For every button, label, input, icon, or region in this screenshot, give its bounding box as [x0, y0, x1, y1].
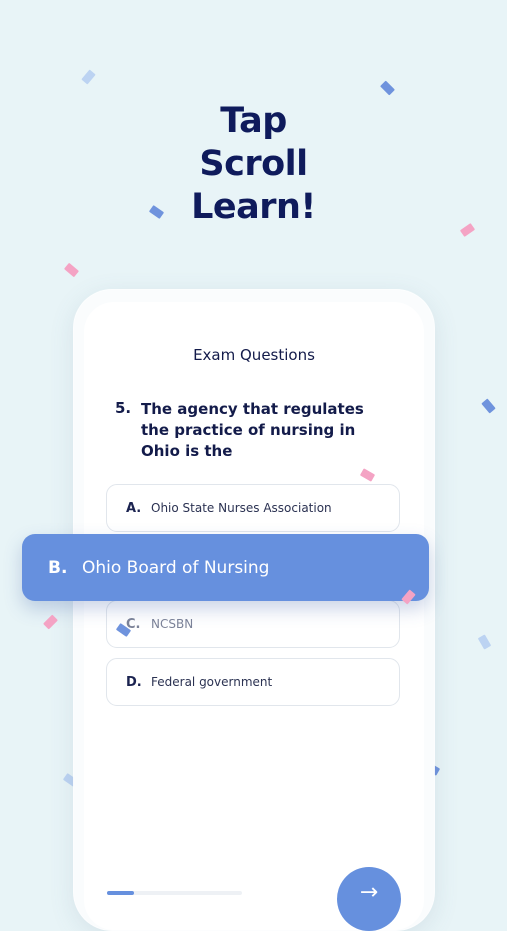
confetti-piece [481, 398, 496, 414]
question-text: The agency that regulates the practice o… [141, 400, 364, 460]
option-letter: B. [48, 557, 68, 578]
headline: Tap Scroll Learn! [0, 100, 507, 229]
confetti-piece [477, 634, 492, 650]
next-button[interactable]: → [337, 867, 401, 931]
option-text: Ohio State Nurses Association [151, 501, 332, 515]
option-d[interactable]: D. Federal government [106, 658, 400, 706]
confetti-piece [380, 80, 395, 96]
confetti-piece [81, 69, 96, 85]
screen-title: Exam Questions [193, 346, 315, 364]
headline-line-1: Tap [220, 101, 287, 141]
headline-line-3: Learn! [191, 187, 316, 227]
option-text: Ohio Board of Nursing [82, 557, 270, 578]
confetti-piece [43, 614, 58, 630]
phone-screen: Exam Questions 5. The agency that regula… [84, 302, 424, 930]
confetti-piece [63, 262, 80, 278]
phone-mockup: Exam Questions 5. The agency that regula… [74, 290, 434, 930]
progress-bar [107, 891, 242, 895]
option-a[interactable]: A. Ohio State Nurses Association [106, 484, 400, 532]
progress-fill [107, 891, 134, 895]
option-letter: A. [126, 500, 142, 516]
option-text: Federal government [151, 675, 273, 689]
arrow-right-icon: → [359, 880, 379, 905]
option-b-selected[interactable]: B. Ohio Board of Nursing [22, 534, 429, 601]
headline-line-2: Scroll [199, 144, 308, 184]
option-c[interactable]: C. NCSBN [106, 600, 400, 648]
option-letter: D. [126, 674, 142, 690]
question-number: 5. [115, 399, 132, 417]
option-text: NCSBN [151, 617, 194, 631]
